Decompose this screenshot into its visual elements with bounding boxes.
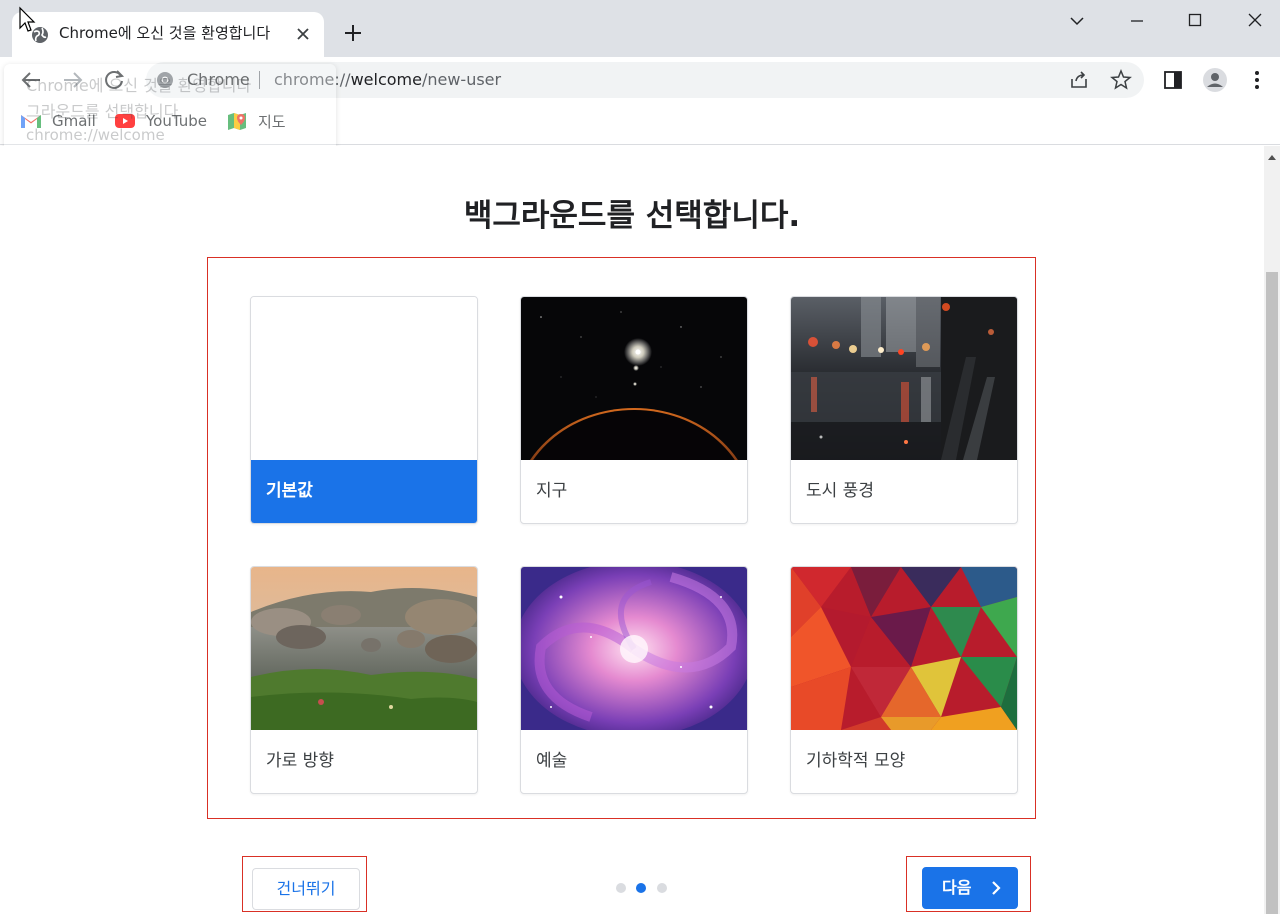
tab-strip: Chrome에 오신 것을 환영합니다 (0, 0, 1280, 57)
background-option-label: 예술 (536, 751, 568, 771)
tab-title: Chrome에 오신 것을 환영합니다 (59, 24, 271, 42)
background-option-default[interactable]: 기본값 (250, 296, 478, 524)
url-text[interactable]: chrome://welcome/new-user (274, 70, 501, 90)
share-icon[interactable] (1066, 67, 1092, 93)
bookmark-gmail[interactable]: Gmail (20, 110, 96, 132)
site-chip: Chrome (187, 70, 250, 89)
youtube-icon (115, 114, 135, 128)
bookmark-label: Gmail (52, 112, 96, 130)
scrollbar-thumb[interactable] (1266, 272, 1278, 914)
bookmark-label: YouTube (146, 112, 207, 130)
profile-avatar-icon[interactable] (1202, 67, 1228, 93)
maps-icon (228, 113, 246, 130)
background-thumbnail (791, 297, 1017, 460)
background-thumbnail (521, 297, 747, 460)
background-option-cityscape[interactable]: 도시 풍경 (790, 296, 1018, 524)
page-scrollbar[interactable] (1264, 146, 1280, 914)
background-thumbnail (251, 297, 477, 460)
welcome-page: 백그라운드를 선택합니다. 기본값 지구 도시 풍경 가로 방향 예술 기하학적… (0, 146, 1264, 914)
bookmark-label: 지도 (258, 112, 286, 131)
chip-divider (259, 71, 260, 89)
url-path: /new-user (421, 70, 502, 89)
background-option-label: 가로 방향 (266, 751, 334, 771)
mouse-cursor-icon (19, 6, 36, 32)
pager-dot (657, 883, 667, 893)
side-panel-icon[interactable] (1160, 67, 1186, 93)
chevron-right-icon (992, 881, 1001, 895)
active-tab[interactable]: Chrome에 오신 것을 환영합니다 (12, 12, 324, 57)
tab-search-icon[interactable] (1062, 8, 1092, 34)
pager-dot-active (636, 883, 646, 893)
background-option-label: 기하학적 모양 (806, 751, 906, 771)
background-thumbnail (791, 567, 1017, 730)
window-close-icon[interactable] (1240, 8, 1270, 34)
pager-dot (616, 883, 626, 893)
gmail-icon (21, 115, 41, 128)
scroll-up-arrow-icon[interactable] (1264, 150, 1280, 164)
page-title: 백그라운드를 선택합니다. (463, 198, 801, 234)
chrome-logo-icon (157, 72, 173, 88)
minimize-icon[interactable] (1122, 8, 1152, 34)
background-option-earth[interactable]: 지구 (520, 296, 748, 524)
bookmark-maps[interactable]: 지도 (226, 110, 286, 132)
skip-button[interactable]: 건너뛰기 (252, 868, 360, 910)
url-scheme: chrome:// (274, 70, 351, 89)
background-option-label: 도시 풍경 (806, 481, 874, 501)
background-option-label: 지구 (536, 481, 568, 501)
reload-icon[interactable] (100, 67, 128, 93)
address-bar[interactable]: Chrome chrome://welcome/new-user (146, 62, 1144, 98)
background-thumbnail (521, 567, 747, 730)
bookmark-youtube[interactable]: YouTube (114, 110, 207, 132)
menu-kebab-icon[interactable] (1244, 67, 1270, 93)
new-tab-icon[interactable] (340, 20, 366, 46)
next-button[interactable]: 다음 (922, 867, 1018, 909)
maximize-icon[interactable] (1180, 8, 1210, 34)
bookmark-star-icon[interactable] (1108, 67, 1134, 93)
forward-icon[interactable] (58, 67, 86, 93)
toolbar: Chrome chrome://welcome/new-user (0, 57, 1280, 103)
background-option-label: 기본값 (251, 460, 477, 523)
background-option-art[interactable]: 예술 (520, 566, 748, 794)
bookmarks-bar: Gmail YouTube 지도 (0, 103, 1280, 145)
background-option-landscape[interactable]: 가로 방향 (250, 566, 478, 794)
background-option-geometric[interactable]: 기하학적 모양 (790, 566, 1018, 794)
background-thumbnail (251, 567, 477, 730)
back-icon[interactable] (18, 67, 46, 93)
close-tab-icon[interactable] (294, 25, 312, 43)
next-button-label: 다음 (942, 878, 972, 897)
url-host: welcome (350, 70, 422, 89)
